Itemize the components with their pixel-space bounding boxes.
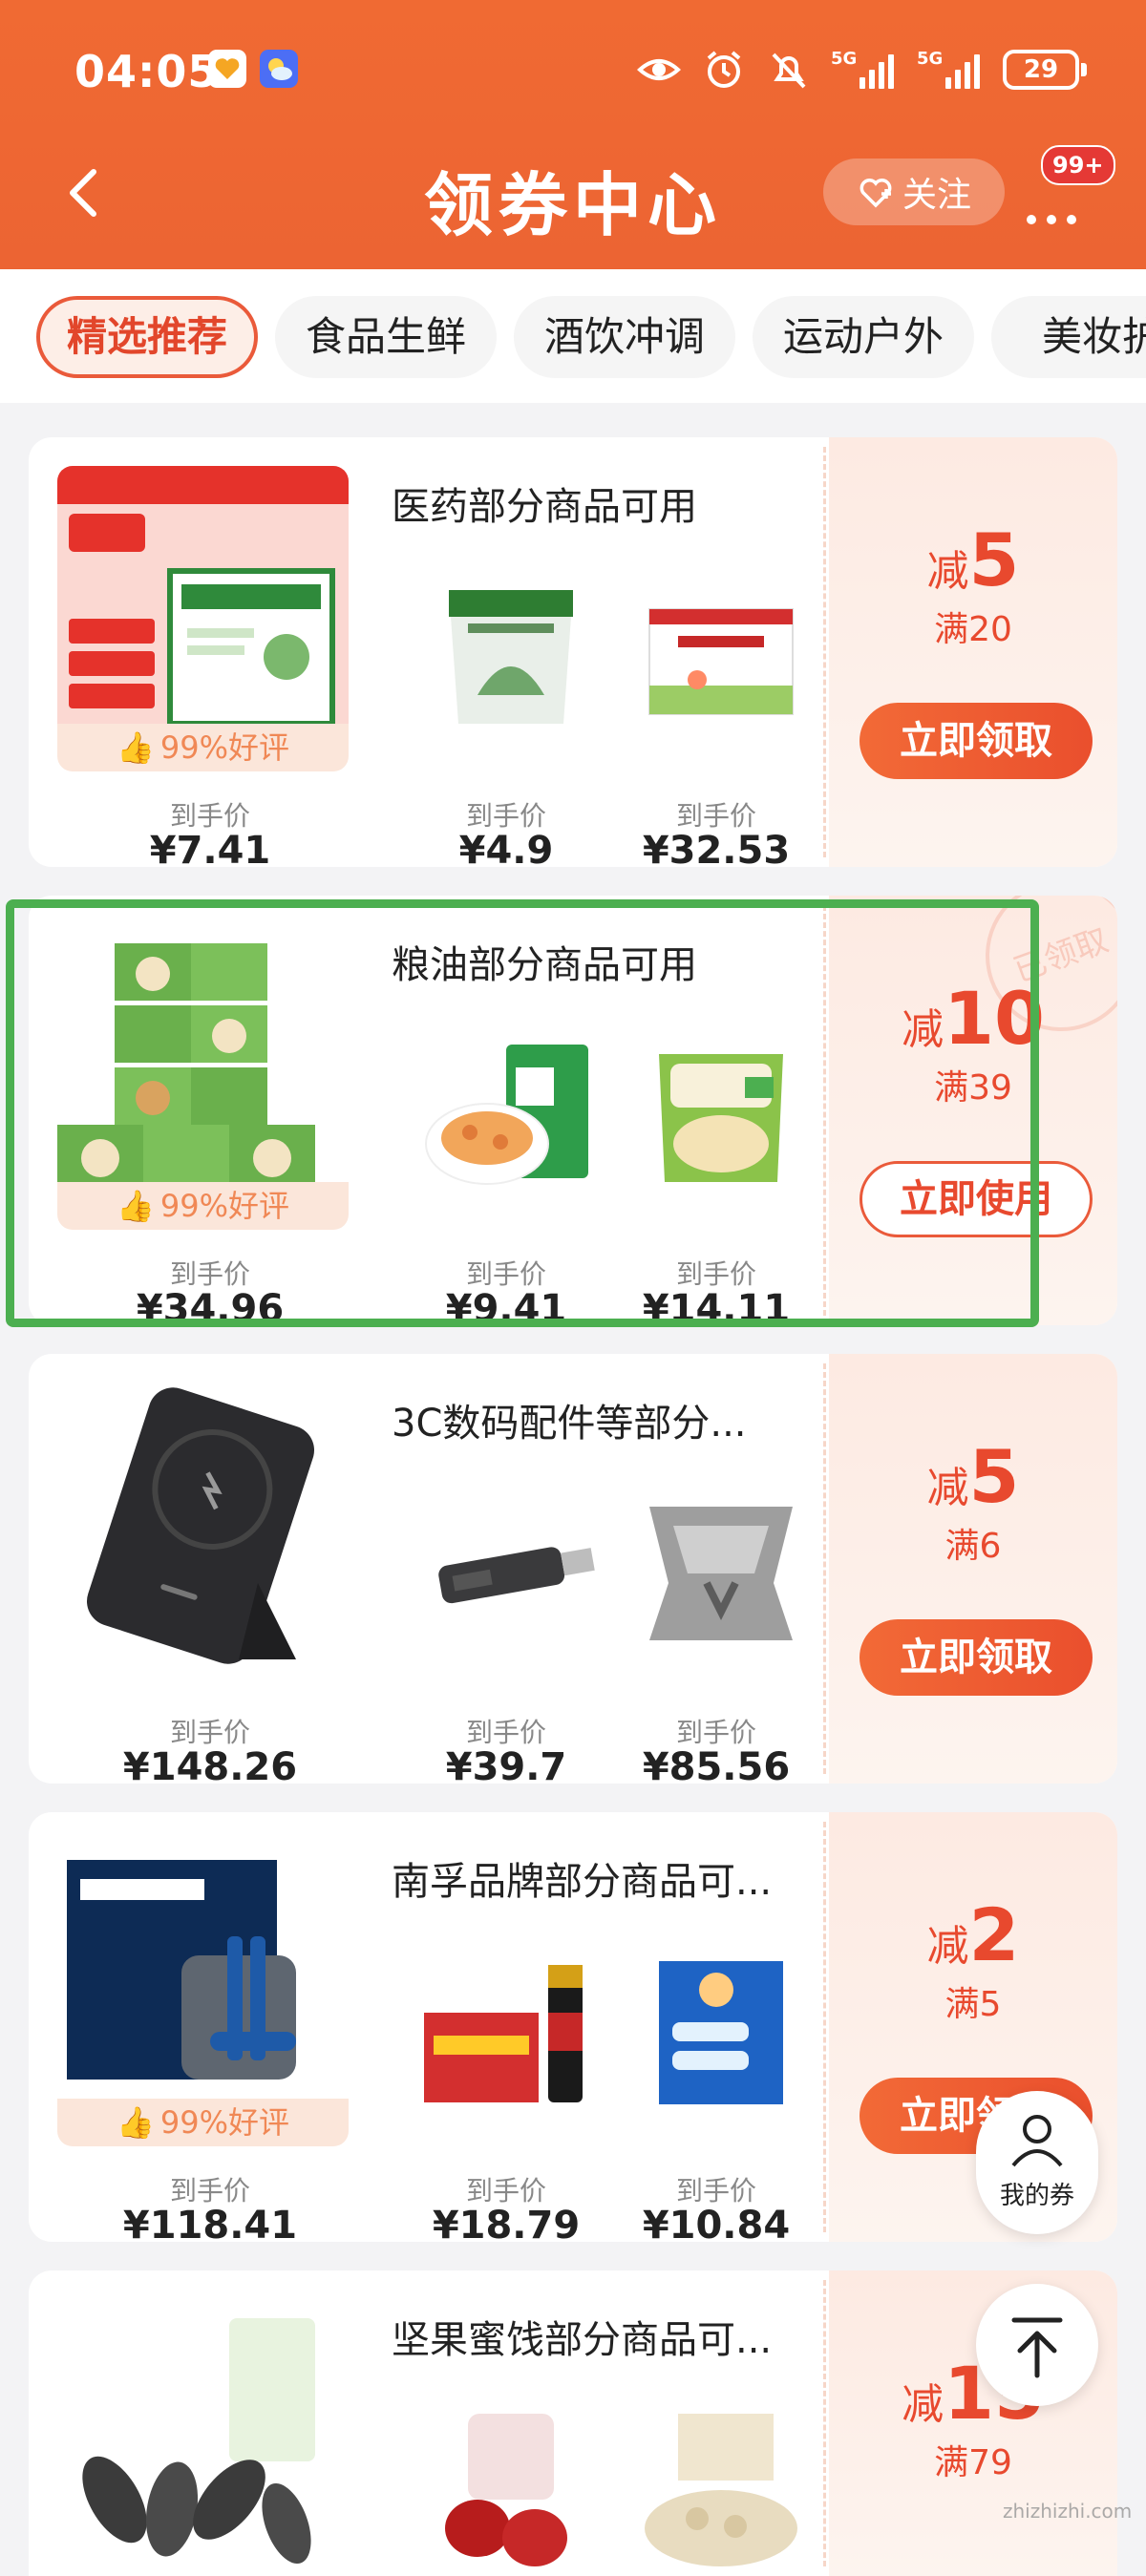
coupon-products[interactable]: 坚果蜜饯部分商品可... [29, 2270, 823, 2576]
price-label: 到手价 [675, 1717, 756, 1748]
price-label: 到手价 [169, 800, 250, 832]
product-price: ¥148.26 [122, 1745, 298, 1784]
price-label: 到手价 [675, 800, 756, 832]
health-app-icon [208, 50, 246, 88]
product-image-powder[interactable] [630, 581, 812, 733]
coupon-card: 👍 99%好评 南孚品牌部分商品可... 到手价 ¥118.41 到手价 ¥18… [29, 1812, 1117, 2242]
product-image-laptop-stand[interactable] [630, 1497, 812, 1650]
price-label: 到手价 [169, 1717, 250, 1748]
discount-threshold: 满5 [944, 1985, 1002, 2024]
product-image-aa-batteries[interactable] [630, 1955, 812, 2108]
tab-selected-recommend[interactable]: 精选推荐 [36, 296, 258, 378]
price-label: 到手价 [465, 800, 546, 832]
product-image-medicine-box[interactable] [57, 466, 349, 757]
discount-threshold: 满6 [944, 1527, 1002, 1566]
discount-amount: 减5 [926, 1434, 1020, 1519]
price-label: 到手价 [465, 2175, 546, 2206]
tab-beauty[interactable]: 美妆护 [991, 296, 1146, 378]
coupon-value-panel: 减5 满20 立即领取 [823, 437, 1117, 867]
price-label: 到手价 [169, 2175, 250, 2206]
product-image-power-bank[interactable] [57, 1383, 349, 1674]
notification-badge: 99+ [1041, 145, 1115, 185]
discount-amount: 减5 [926, 517, 1020, 602]
tab-drinks[interactable]: 酒饮冲调 [514, 296, 735, 378]
coupon-products[interactable]: 👍 99%好评 南孚品牌部分商品可... 到手价 ¥118.41 到手价 ¥18… [29, 1812, 823, 2242]
status-icons: 5G 5G 29 [636, 46, 1087, 94]
alarm-icon [707, 51, 741, 88]
arrow-up-icon [1011, 2317, 1063, 2378]
discount-threshold: 满79 [934, 2443, 1012, 2482]
product-image-granules[interactable] [420, 581, 602, 733]
scroll-to-top-button[interactable] [976, 2284, 1098, 2406]
product-price: ¥118.41 [122, 2204, 298, 2242]
product-price: ¥39.7 [445, 1745, 567, 1784]
coupon-card: 👍 99%好评 医药部分商品可用 到手价 ¥7.41 到手价 ¥4.9 到手价 … [29, 437, 1117, 867]
coupon-card: 坚果蜜饯部分商品可... 减15 满79 [29, 2270, 1117, 2576]
coupon-card: 3C数码配件等部分... 到手价 ¥148.26 到手价 ¥39.7 到手价 ¥… [29, 1354, 1117, 1784]
tab-fresh-food[interactable]: 食品生鲜 [275, 296, 497, 378]
watermark: zhizhizhi.com [1003, 2500, 1133, 2523]
rating-tag: 👍 99%好评 [57, 724, 349, 771]
nav-bar: 领券中心 关注 99+ [0, 141, 1146, 246]
status-time: 04:05 [74, 46, 220, 97]
category-tabs: 精选推荐 食品生鲜 酒饮冲调 运动户外 美妆护 [0, 269, 1146, 403]
coupon-title: 坚果蜜饯部分商品可... [392, 2318, 773, 2362]
tab-sports-outdoor[interactable]: 运动户外 [753, 296, 974, 378]
status-bar: 04:05 5G 5G 29 [0, 29, 1146, 115]
product-price: ¥32.53 [642, 829, 791, 867]
header: 04:05 5G 5G 29 领券中心 关注 99+ [0, 0, 1146, 269]
discount-threshold: 满20 [934, 610, 1012, 649]
mute-bell-icon [772, 53, 806, 89]
product-image-sunflower-seeds[interactable] [57, 2299, 349, 2576]
claim-button[interactable]: 立即领取 [860, 1619, 1093, 1696]
product-price: ¥85.56 [642, 1745, 791, 1784]
coupon-value-panel: 减5 满6 立即领取 [823, 1354, 1117, 1784]
product-image-battery-charger[interactable] [57, 1841, 349, 2132]
claim-button[interactable]: 立即领取 [860, 703, 1093, 779]
price-label: 到手价 [675, 2175, 756, 2206]
price-label: 到手价 [465, 1717, 546, 1748]
selection-highlight [6, 899, 1039, 1327]
coupon-title: 3C数码配件等部分... [392, 1402, 747, 1446]
user-icon [1011, 2115, 1063, 2167]
product-price: ¥10.84 [642, 2204, 791, 2242]
eye-icon [637, 59, 681, 80]
product-image-nanfu-batteries[interactable] [420, 1955, 602, 2108]
product-image-pistachio[interactable] [630, 2414, 812, 2566]
signal-icon-2: 5G [917, 49, 984, 89]
coupon-title: 医药部分商品可用 [392, 485, 697, 529]
weather-app-icon [260, 50, 298, 88]
product-price: ¥18.79 [432, 2204, 581, 2242]
coupon-products[interactable]: 3C数码配件等部分... 到手价 ¥148.26 到手价 ¥39.7 到手价 ¥… [29, 1354, 823, 1784]
rating-tag: 👍 99%好评 [57, 2099, 349, 2146]
coupon-products[interactable]: 👍 99%好评 医药部分商品可用 到手价 ¥7.41 到手价 ¥4.9 到手价 … [29, 437, 823, 867]
product-price: ¥4.9 [458, 829, 554, 867]
follow-label: 关注 [902, 176, 971, 215]
follow-button[interactable]: 关注 [823, 158, 1005, 225]
product-image-jujube[interactable] [420, 2414, 602, 2566]
signal-icon-1: 5G [831, 49, 898, 89]
my-coupons-button[interactable]: 我的券 [976, 2091, 1098, 2234]
my-coupons-label: 我的券 [999, 2182, 1074, 2210]
heart-plus-icon [860, 179, 892, 208]
product-image-card-reader[interactable] [420, 1497, 602, 1650]
product-price: ¥7.41 [149, 829, 271, 867]
coupon-title: 南孚品牌部分商品可... [392, 1860, 773, 1904]
discount-amount: 减2 [926, 1892, 1020, 1977]
battery-icon: 29 [1003, 50, 1087, 90]
